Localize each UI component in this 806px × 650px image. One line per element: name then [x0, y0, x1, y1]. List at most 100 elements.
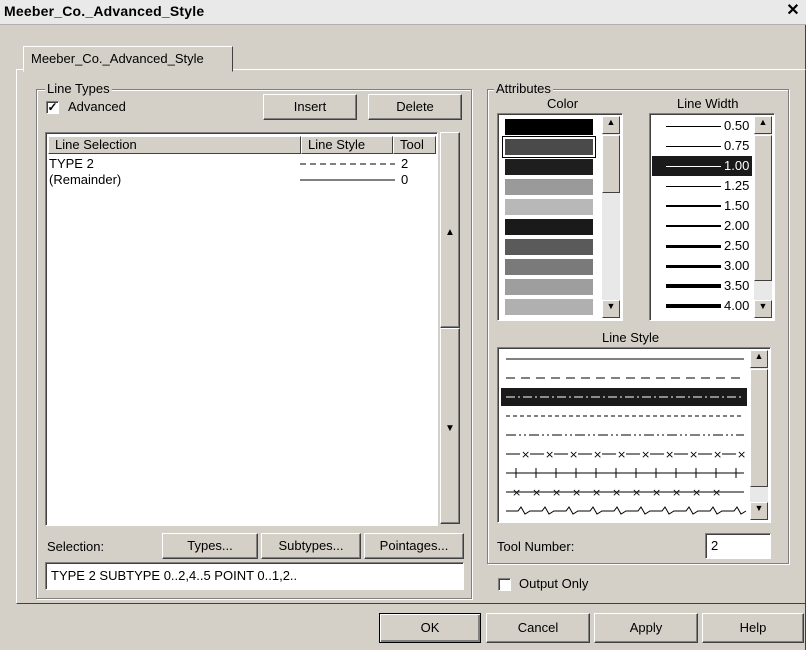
color-swatch[interactable] — [502, 136, 596, 158]
svg-text:×: × — [545, 448, 554, 461]
down-arrow-icon: ▼ — [445, 423, 455, 434]
svg-text:×: × — [592, 486, 601, 499]
svg-text:×: × — [713, 448, 722, 461]
line-width-option[interactable]: 0.75 — [652, 136, 752, 156]
svg-text:×: × — [689, 448, 698, 461]
scrollbar-thumb[interactable] — [750, 369, 768, 487]
selection-field[interactable]: TYPE 2 SUBTYPE 0..2,4..5 POINT 0..1,2.. — [45, 562, 464, 590]
svg-text:×: × — [737, 448, 746, 461]
svg-text:×: × — [617, 448, 626, 461]
advanced-label: Advanced — [68, 99, 126, 114]
line-style-option[interactable] — [506, 506, 747, 515]
scroll-up-arrow-icon[interactable]: ▲ — [754, 116, 772, 134]
line-width-option[interactable]: 0.50 — [652, 116, 752, 136]
color-scrollbar[interactable]: ▲ ▼ — [602, 116, 620, 318]
color-swatch[interactable] — [505, 239, 593, 255]
pointages-button[interactable]: Pointages... — [364, 533, 464, 559]
line-width-value: 1.25 — [724, 178, 750, 193]
line-style-option[interactable] — [506, 468, 744, 478]
table-row[interactable]: TYPE 2 2 — [48, 156, 436, 172]
ok-button-label: OK — [420, 620, 440, 635]
line-width-option[interactable]: 4.00 — [652, 296, 752, 316]
types-button[interactable]: Types... — [162, 533, 258, 559]
title-bar[interactable]: Meeber_Co._Advanced_Style ✕ — [0, 0, 806, 25]
line-style-scrollbar[interactable]: ▲ ▼ — [750, 350, 768, 520]
color-swatch[interactable] — [505, 219, 593, 235]
scroll-up-arrow-icon[interactable]: ▲ — [750, 350, 768, 368]
close-icon[interactable]: ✕ — [784, 2, 802, 20]
row-tool: 0 — [401, 172, 409, 187]
line-width-value: 3.00 — [724, 258, 750, 273]
color-swatch[interactable] — [505, 279, 593, 295]
cancel-button[interactable]: Cancel — [486, 613, 590, 643]
cancel-button-label: Cancel — [517, 620, 559, 635]
subtypes-button-label: Subtypes... — [278, 538, 344, 553]
table-row[interactable]: (Remainder) 0 — [48, 172, 436, 188]
line-width-option[interactable]: 1.50 — [652, 196, 752, 216]
line-width-list[interactable]: 0.50 0.75 1.00 1.25 1.50 2.00 2.50 3.00 3.50 4.00… — [649, 113, 775, 321]
line-style-label: Line Style — [602, 330, 660, 345]
ok-button[interactable]: OK — [379, 613, 481, 643]
color-swatch[interactable] — [505, 119, 593, 135]
color-label: Color — [547, 96, 579, 111]
tool-number-value: 2 — [711, 538, 719, 553]
color-swatch[interactable] — [505, 159, 593, 175]
scroll-down-arrow-icon[interactable]: ▼ — [750, 502, 768, 520]
line-width-value: 0.75 — [724, 138, 750, 153]
column-header-line-style[interactable]: Line Style — [301, 136, 393, 154]
row-selection: TYPE 2 — [49, 156, 94, 171]
help-button[interactable]: Help — [702, 613, 804, 643]
insert-button[interactable]: Insert — [263, 94, 357, 120]
line-style-list[interactable]: × × × × × × × × × × × × × × × × × × × × × ▲ ▼ — [497, 347, 771, 523]
line-width-sample — [666, 126, 721, 127]
line-width-sample — [666, 284, 721, 288]
line-width-option[interactable]: 3.00 — [652, 256, 752, 276]
line-width-option[interactable]: 3.50 — [652, 276, 752, 296]
help-button-label: Help — [739, 620, 767, 635]
color-list[interactable]: ▲ ▼ — [497, 113, 623, 321]
row-tool: 2 — [401, 156, 409, 171]
line-width-value: 1.00 — [724, 158, 750, 173]
move-up-button[interactable]: ▲ — [440, 132, 460, 328]
line-style-option[interactable] — [501, 388, 747, 406]
subtypes-button[interactable]: Subtypes... — [261, 533, 361, 559]
output-only-label: Output Only — [519, 576, 589, 591]
line-width-sample — [666, 265, 721, 268]
row-selection: (Remainder) — [49, 172, 122, 187]
color-swatch[interactable] — [505, 259, 593, 275]
line-style-option[interactable]: × × × × × × × × × × — [506, 448, 746, 461]
scroll-down-arrow-icon[interactable]: ▼ — [602, 300, 620, 318]
color-swatch[interactable] — [505, 199, 593, 215]
apply-button[interactable]: Apply — [594, 613, 698, 643]
line-width-option[interactable]: 1.00 — [652, 156, 752, 176]
line-width-option[interactable]: 2.50 — [652, 236, 752, 256]
column-header-tool[interactable]: Tool — [393, 136, 436, 154]
scroll-down-arrow-icon[interactable]: ▼ — [754, 300, 772, 318]
svg-text:×: × — [612, 486, 621, 499]
line-width-label: Line Width — [677, 96, 739, 111]
line-width-value: 1.50 — [724, 198, 750, 213]
line-style-option[interactable]: × × × × × × × × × × × — [506, 486, 744, 499]
window-title: Meeber_Co._Advanced_Style — [4, 3, 205, 19]
tool-number-field[interactable]: 2 — [705, 533, 771, 559]
line-width-option[interactable]: 1.25 — [652, 176, 752, 196]
line-width-option[interactable]: 2.00 — [652, 216, 752, 236]
column-header-line-selection[interactable]: Line Selection — [48, 136, 301, 154]
color-swatch[interactable] — [505, 179, 593, 195]
scrollbar-thumb[interactable] — [602, 135, 620, 193]
scroll-up-arrow-icon[interactable]: ▲ — [602, 116, 620, 134]
color-swatch[interactable] — [505, 299, 593, 315]
delete-button[interactable]: Delete — [368, 94, 462, 120]
move-down-button[interactable]: ▼ — [440, 328, 460, 524]
line-width-scrollbar[interactable]: ▲ ▼ — [754, 116, 772, 318]
line-style-rows: × × × × × × × × × × × × × × × × × × × × × — [501, 358, 747, 515]
line-selection-list[interactable]: Line Selection Line Style Tool TYPE 2 2 … — [45, 132, 438, 526]
output-only-checkbox[interactable] — [498, 578, 511, 591]
tab-advanced-style[interactable]: Meeber_Co._Advanced_Style — [23, 46, 233, 72]
line-width-sample — [666, 146, 721, 147]
svg-text:×: × — [572, 486, 581, 499]
scrollbar-thumb[interactable] — [754, 135, 772, 281]
types-button-label: Types... — [187, 538, 233, 553]
advanced-checkbox[interactable]: ✓ — [46, 101, 59, 114]
svg-text:×: × — [569, 448, 578, 461]
